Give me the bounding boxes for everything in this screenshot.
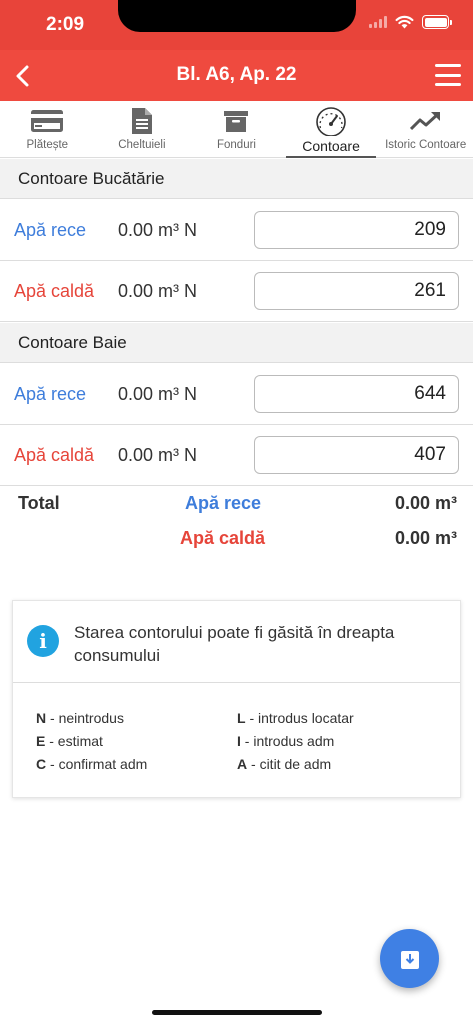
nav-bar: Bl. A6, Ap. 22 — [0, 50, 473, 101]
legend-item: L - introdus locatar — [237, 710, 354, 726]
legend-item: A - citit de adm — [237, 756, 331, 772]
credit-card-icon — [31, 110, 64, 132]
meter-consumption: 0.00 m³ N — [118, 445, 198, 465]
meter-row: Apă rece 0.00 m³ N — [0, 200, 473, 261]
download-icon — [400, 950, 419, 969]
tab-fonduri[interactable]: Fonduri — [189, 101, 284, 157]
legend-code: C — [36, 756, 47, 772]
meter-name-hot-water: Apă caldă — [14, 281, 95, 301]
meter-row: Apă caldă 0.00 m³ N — [0, 425, 473, 486]
legend-item: N - neintrodus — [36, 710, 124, 726]
legend-code: E — [36, 733, 46, 749]
legend-code: L — [237, 710, 246, 726]
meter-reading-input[interactable] — [254, 211, 459, 249]
legend-desc: - introdus adm — [240, 733, 335, 749]
meter-reading-input[interactable] — [254, 272, 459, 310]
total-hot-label: Apă caldă — [180, 528, 266, 548]
total-hot-value: 0.00 m³ — [394, 528, 457, 548]
meter-name-cold-water: Apă rece — [14, 384, 87, 404]
document-icon — [131, 108, 152, 134]
info-card-header: i Starea contorului poate fi găsită în d… — [13, 601, 460, 683]
legend-item: E - estimat — [36, 733, 103, 749]
info-text: Starea contorului poate fi găsită în dre… — [74, 623, 395, 665]
status-icons — [369, 15, 452, 29]
meter-row: Apă rece 0.00 m³ N — [0, 364, 473, 425]
status-time: 2:09 — [46, 14, 85, 35]
trending-up-icon — [409, 112, 440, 131]
legend-desc: - estimat — [45, 733, 103, 749]
menu-button[interactable] — [435, 64, 461, 86]
info-card: i Starea contorului poate fi găsită în d… — [12, 600, 461, 798]
tab-label: Cheltuieli — [118, 139, 166, 151]
info-icon: i — [27, 625, 59, 657]
meter-reading-input[interactable] — [254, 436, 459, 474]
meter-consumption: 0.00 m³ N — [118, 384, 198, 404]
tab-bar: Plătește Cheltuieli Fonduri Contoare Ist… — [0, 101, 473, 158]
legend-desc: - neintrodus — [46, 710, 124, 726]
section-header-baie: Contoare Baie — [0, 323, 473, 363]
cellular-signal-icon — [369, 16, 387, 28]
section-header-bucatarie: Contoare Bucătărie — [0, 159, 473, 199]
hamburger-icon-line — [435, 83, 461, 86]
tab-istoric-contoare[interactable]: Istoric Contoare — [378, 101, 473, 157]
total-label: Total — [18, 493, 60, 513]
total-cold-label: Apă rece — [185, 493, 262, 513]
legend-desc: - introdus locatar — [245, 710, 354, 726]
tab-label: Fonduri — [216, 139, 256, 151]
legend-item: I - introdus adm — [237, 733, 334, 749]
legend-code: N — [36, 710, 47, 726]
tab-contoare[interactable]: Contoare — [284, 101, 379, 158]
archive-box-icon — [224, 111, 249, 132]
page-title: Bl. A6, Ap. 22 — [176, 64, 297, 85]
download-fab-button[interactable] — [380, 929, 439, 988]
meter-row: Apă caldă 0.00 m³ N — [0, 261, 473, 322]
meter-name-hot-water: Apă caldă — [14, 445, 95, 465]
hamburger-icon-line — [435, 73, 461, 77]
legend-desc: - confirmat adm — [46, 756, 148, 772]
tab-cheltuieli[interactable]: Cheltuieli — [95, 101, 190, 157]
tab-label: Contoare — [302, 138, 360, 154]
battery-icon — [422, 15, 452, 29]
wifi-icon — [395, 15, 414, 29]
home-indicator — [152, 1010, 322, 1015]
device-notch — [118, 0, 356, 32]
meter-consumption: 0.00 m³ N — [118, 281, 198, 301]
meter-name-cold-water: Apă rece — [14, 220, 87, 240]
tab-label: Istoric Contoare — [385, 139, 467, 151]
tab-plateste[interactable]: Plătește — [0, 101, 95, 157]
meter-reading-input[interactable] — [254, 375, 459, 413]
legend-code: A — [237, 756, 248, 772]
hamburger-icon-line — [435, 64, 461, 67]
legend-item: C - confirmat adm — [36, 756, 147, 772]
legend-desc: - citit de adm — [247, 756, 332, 772]
total-cold-value: 0.00 m³ — [394, 493, 457, 513]
tab-label: Plătește — [26, 139, 69, 151]
status-bar: 2:09 — [0, 0, 473, 50]
meter-consumption: 0.00 m³ N — [118, 220, 198, 240]
speedometer-icon — [316, 107, 346, 136]
